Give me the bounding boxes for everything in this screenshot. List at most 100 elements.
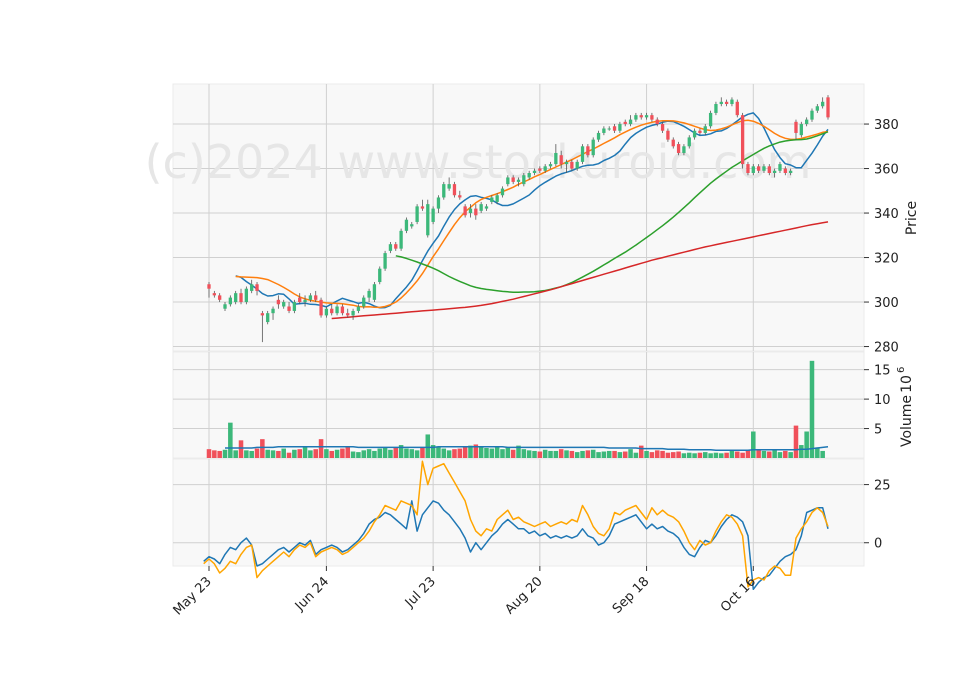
candle-body <box>772 170 777 173</box>
candle-body <box>442 184 446 198</box>
volume-axis-label: Volume <box>899 395 915 447</box>
candle-body <box>335 306 339 314</box>
volume-bar <box>356 452 361 458</box>
price-tick-label: 380 <box>874 118 899 133</box>
candle-body <box>575 161 579 169</box>
candle-body <box>596 132 601 140</box>
volume-bar <box>308 450 313 458</box>
volume-bar <box>537 451 543 458</box>
candle-body <box>234 293 238 303</box>
candle-body <box>527 173 531 178</box>
candle-body <box>740 115 745 165</box>
candle-body <box>303 299 307 303</box>
candle-body <box>666 130 670 140</box>
candle-body <box>751 166 755 173</box>
price-tick-label: 280 <box>874 341 899 356</box>
candle-body <box>671 139 675 147</box>
volume-bar <box>788 452 793 458</box>
candle-body <box>714 104 718 113</box>
volume-bar <box>638 445 644 458</box>
candle-body <box>276 299 281 305</box>
candle-body <box>308 295 313 300</box>
volume-bar <box>409 449 415 458</box>
volume-tick-label: 10 <box>874 393 891 408</box>
candle-body <box>324 308 329 316</box>
svg-text:10: 10 <box>899 375 915 393</box>
volume-bar <box>228 422 233 458</box>
volume-bar <box>244 450 249 458</box>
volume-bar <box>372 450 377 458</box>
volume-bar <box>217 450 222 458</box>
candle-body <box>463 206 467 216</box>
volume-bar <box>783 450 788 458</box>
volume-bar <box>276 450 281 458</box>
volume-bar <box>441 448 447 458</box>
candle-body <box>548 164 553 167</box>
candle-body <box>724 101 729 105</box>
volume-bar <box>660 450 665 458</box>
volume-tick-label: 15 <box>874 364 891 379</box>
candle-body <box>346 313 350 316</box>
candle-body <box>767 166 771 173</box>
volume-bar <box>249 450 254 458</box>
chart-figure: (c)2024 www.stockuroid.com 280 300 320 340 3… <box>0 0 960 690</box>
candle-body <box>805 119 809 125</box>
volume-bar <box>548 450 553 458</box>
candle-body <box>319 299 323 316</box>
candle-body <box>394 244 398 249</box>
volume-bar <box>724 452 729 458</box>
candle-body <box>762 166 766 171</box>
volume-bar <box>292 449 297 458</box>
volume-bar <box>281 448 286 458</box>
indicator-tick-label: 25 <box>874 479 891 494</box>
candle-body <box>746 164 750 173</box>
candle-body <box>522 175 526 185</box>
candle-body <box>399 230 403 249</box>
candle-body <box>458 195 462 198</box>
candle-body <box>735 101 739 116</box>
volume-bar <box>350 451 356 458</box>
volume-bar <box>521 449 527 458</box>
volume-bar <box>313 449 318 458</box>
candle-body <box>250 284 254 291</box>
volume-bar <box>612 450 617 458</box>
candle-body <box>495 195 499 202</box>
price-tick-label: 360 <box>874 163 899 178</box>
volume-bar <box>777 452 783 458</box>
volume-bar <box>478 446 484 458</box>
candle-body <box>372 284 377 300</box>
volume-bar <box>580 450 585 458</box>
candle-body <box>426 204 430 236</box>
volume-bar <box>340 448 345 458</box>
candle-body <box>244 288 249 303</box>
candle-body <box>239 293 243 303</box>
candle-body <box>778 164 782 171</box>
candle-body <box>543 166 547 171</box>
candle-body <box>474 208 478 216</box>
candle-body <box>266 313 270 323</box>
volume-bar <box>206 449 212 458</box>
candle-body <box>420 206 425 209</box>
candle-body <box>815 106 819 111</box>
candle-body <box>212 293 216 296</box>
candle-body <box>404 219 409 231</box>
volume-bar <box>361 450 367 458</box>
candle-body <box>287 306 291 311</box>
candle-body <box>260 313 265 316</box>
volume-bar <box>729 450 735 458</box>
volume-bar <box>532 450 537 458</box>
volume-bar <box>366 449 372 458</box>
volume-bar <box>265 449 270 458</box>
candle-body <box>532 170 537 173</box>
volume-bar <box>692 453 697 458</box>
volume-bar <box>377 448 383 458</box>
candle-body <box>756 166 761 171</box>
volume-bar <box>644 450 649 458</box>
volume-bar <box>414 450 420 458</box>
candle-body <box>436 197 441 209</box>
candle-body <box>362 297 366 307</box>
volume-bar <box>713 452 719 458</box>
candle-body <box>378 268 382 283</box>
candle-body <box>607 128 611 130</box>
candle-body <box>682 146 686 153</box>
